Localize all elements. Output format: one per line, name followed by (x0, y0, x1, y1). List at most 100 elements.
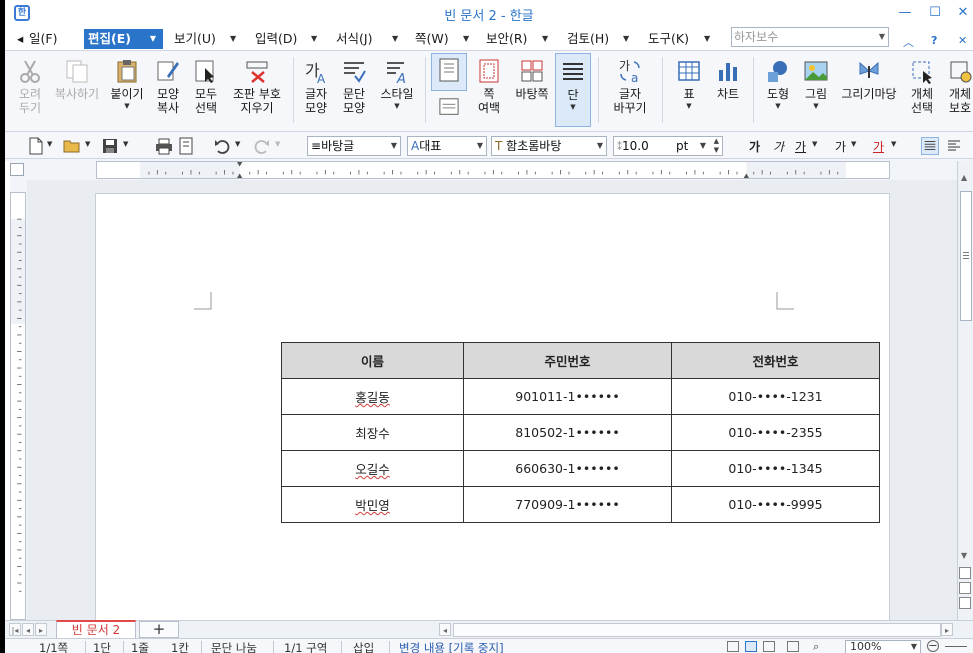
chevron-down-icon[interactable]: ▼ (556, 102, 590, 112)
copy-button[interactable]: 복사하기 (51, 53, 103, 127)
print-icon[interactable] (155, 137, 173, 155)
bold-button[interactable]: 가 (749, 138, 760, 155)
chevron-down-icon[interactable]: ▼ (879, 28, 885, 46)
header-resident-id[interactable]: 주민번호 (463, 342, 672, 379)
doc-close-icon[interactable]: ✕ (958, 34, 967, 47)
menu-tools-dropdown-icon[interactable]: ▼ (704, 29, 710, 49)
table-cell[interactable]: 홍길동 (281, 378, 464, 415)
view-normal-icon[interactable] (727, 641, 739, 652)
tab-first-icon[interactable]: |◂ (9, 623, 21, 636)
underline-button[interactable]: 가 (795, 138, 806, 155)
tab-prev-icon[interactable]: ◂ (22, 623, 34, 636)
char-shape-button[interactable]: 가A 글자 모양 (299, 53, 333, 127)
hscroll-left-icon[interactable]: ◂ (439, 623, 451, 636)
chevron-down-icon[interactable]: ▼ (812, 140, 817, 148)
hanja-search-input[interactable]: 하자보수 ▼ (731, 27, 889, 47)
font-size-input[interactable]: ⁑10.0 pt ▼ ▲ ▼ (613, 136, 723, 156)
background-page-button[interactable]: 바탕쪽 (511, 53, 553, 127)
menu-format[interactable]: 서식(J) (332, 29, 376, 49)
tab-next-icon[interactable]: ▸ (35, 623, 47, 636)
view-page-icon[interactable] (745, 641, 757, 652)
status-track-changes[interactable]: 변경 내용 [기록 중지] (399, 640, 504, 653)
chevron-down-icon[interactable]: ▼ (123, 140, 128, 148)
table-cell[interactable]: 660630-1•••••• (463, 450, 672, 487)
table-cell[interactable]: 최장수 (281, 414, 464, 451)
delete-markup-button[interactable]: 조판 부호 지우기 (227, 53, 287, 127)
style-button[interactable]: A 스타일 ▼ (375, 53, 419, 127)
table-cell[interactable]: 810502-1•••••• (463, 414, 672, 451)
table-cell[interactable]: 901011-1•••••• (463, 378, 672, 415)
menu-security[interactable]: 보안(R) (482, 29, 531, 49)
new-document-icon[interactable] (27, 137, 45, 155)
chevron-down-icon[interactable]: ▼ (799, 101, 833, 111)
font-color-button[interactable]: 가 (873, 138, 884, 155)
chevron-down-icon[interactable]: ▼ (911, 641, 917, 653)
para-shape-button[interactable]: 문단 모양 (337, 53, 371, 127)
chevron-down-icon[interactable]: ▼ (107, 101, 147, 111)
chevron-down-icon[interactable]: ▼ (477, 137, 483, 155)
status-page[interactable]: 1/1쪽 (39, 640, 68, 653)
menu-review-dropdown-icon[interactable]: ▼ (623, 29, 629, 49)
save-icon[interactable] (101, 137, 119, 155)
cut-button[interactable]: 오려 두기 (13, 53, 47, 127)
menu-file[interactable]: 일(F) (25, 29, 61, 49)
format-copy-button[interactable]: 모양 복사 (151, 53, 185, 127)
menu-input-dropdown-icon[interactable]: ▼ (311, 29, 317, 49)
status-mode[interactable]: 삽입 (353, 640, 374, 653)
header-phone[interactable]: 전화번호 (671, 342, 880, 379)
page-down-icon[interactable] (959, 597, 971, 609)
chevron-down-icon[interactable]: ▼ (375, 101, 419, 111)
vertical-scrollbar[interactable]: ▲ ▼ (957, 161, 973, 621)
table-cell[interactable]: 010-••••-9995 (671, 486, 880, 523)
style-select[interactable]: ≡바탕글 ▼ (307, 136, 401, 156)
menu-tools[interactable]: 도구(K) (644, 29, 693, 49)
table-cell[interactable]: 010-••••-1231 (671, 378, 880, 415)
spin-arrows-icon[interactable]: ▲ ▼ (714, 137, 719, 155)
menu-view[interactable]: 보기(U) (170, 29, 220, 49)
menu-security-dropdown-icon[interactable]: ▼ (542, 29, 548, 49)
chevron-down-icon[interactable]: ▼ (669, 101, 709, 111)
table-button[interactable]: 표 ▼ (669, 53, 709, 127)
hscroll-right-icon[interactable]: ▸ (941, 623, 953, 636)
chevron-down-icon[interactable]: ▼ (597, 137, 603, 155)
close-button[interactable]: ✕ (954, 4, 972, 22)
preview-icon[interactable] (177, 137, 195, 155)
menu-review[interactable]: 검토(H) (563, 29, 613, 49)
shape-button[interactable]: 도형 ▼ (761, 53, 795, 127)
page-up-icon[interactable] (959, 567, 971, 579)
horizontal-ruler[interactable] (96, 161, 890, 179)
table-cell[interactable]: 010-••••-1345 (671, 450, 880, 487)
table-cell[interactable]: 770909-1•••••• (463, 486, 672, 523)
strikethrough-button[interactable]: 가 (835, 138, 846, 155)
align-justify-icon[interactable] (921, 137, 939, 155)
chevron-down-icon[interactable]: ▼ (235, 140, 240, 148)
select-all-button[interactable]: 모두 선택 (189, 53, 223, 127)
horizontal-scrollbar[interactable] (453, 623, 941, 637)
document-tab[interactable]: 빈 문서 2 (56, 620, 136, 639)
object-protect-button[interactable]: 개체 보호 (943, 53, 973, 127)
zoom-out-icon[interactable]: − (927, 640, 939, 652)
view-outline-icon[interactable] (787, 641, 799, 652)
maximize-button[interactable]: ☐ (926, 4, 944, 22)
view-two-page-icon[interactable] (763, 641, 775, 652)
chevron-down-icon[interactable]: ▼ (47, 140, 52, 148)
table-cell[interactable]: 오길수 (281, 450, 464, 487)
undo-icon[interactable] (213, 137, 231, 155)
italic-button[interactable]: 가 (773, 138, 784, 155)
redo-icon[interactable] (253, 137, 271, 155)
status-section[interactable]: 1단 (93, 640, 111, 653)
font-select[interactable]: T 함초롬바탕 ▼ (491, 136, 607, 156)
table-cell[interactable]: 010-••••-2355 (671, 414, 880, 451)
language-select[interactable]: A대표 ▼ (407, 136, 487, 156)
menu-edit[interactable]: 편집(E) (84, 29, 145, 49)
vertical-ruler[interactable] (10, 192, 26, 620)
document-workspace[interactable]: 이름 주민번호 전화번호 홍길동 901011-1•••••• 010-••••… (27, 180, 957, 620)
column-button[interactable]: 단 ▼ (555, 53, 591, 127)
chevron-down-icon[interactable]: ▼ (891, 140, 896, 148)
scroll-thumb[interactable] (960, 191, 972, 321)
menu-back-icon[interactable]: ◂ (15, 29, 25, 49)
add-tab-button[interactable]: + (139, 621, 179, 638)
align-left-icon[interactable] (945, 137, 963, 155)
ribbon-collapse-icon[interactable]: ︿ (903, 34, 914, 50)
paste-button[interactable]: 붙이기 ▼ (107, 53, 147, 127)
